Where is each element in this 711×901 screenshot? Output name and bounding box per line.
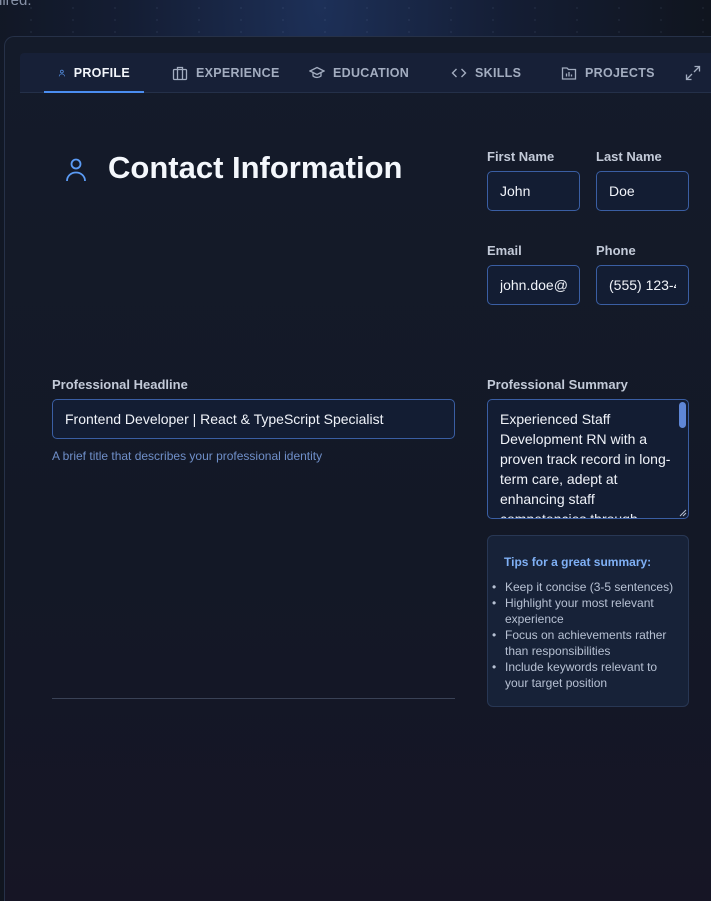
summary-scrollbar[interactable] xyxy=(679,402,686,428)
last-name-field[interactable] xyxy=(596,171,689,211)
tab-label: EXPERIENCE xyxy=(196,65,280,80)
user-icon xyxy=(58,69,65,76)
summary-textarea[interactable]: Experienced Staff Development RN with a … xyxy=(487,399,689,519)
tab-more[interactable] xyxy=(685,53,709,92)
tab-label: EDUCATION xyxy=(333,65,410,80)
headline-field[interactable] xyxy=(52,399,455,439)
folder-chart-icon xyxy=(561,66,577,80)
user-icon xyxy=(66,158,86,182)
summary-text: Experienced Staff Development RN with a … xyxy=(500,411,671,519)
headline-label: Professional Headline xyxy=(52,377,188,392)
briefcase-icon xyxy=(172,66,188,80)
tab-profile[interactable]: PROFILE xyxy=(44,53,144,93)
first-name-field[interactable] xyxy=(487,171,580,211)
resize-handle-icon[interactable] xyxy=(679,509,687,517)
tab-label: SKILLS xyxy=(475,65,522,80)
tips-list: Keep it concise (3-5 sentences) Highligh… xyxy=(492,579,681,691)
expand-icon xyxy=(685,65,701,80)
email-field[interactable] xyxy=(487,265,580,305)
email-label: Email xyxy=(487,243,522,258)
background-text: nired. xyxy=(0,0,32,9)
tab-skills[interactable]: SKILLS xyxy=(451,53,521,92)
tip-item: Keep it concise (3-5 sentences) xyxy=(492,579,681,595)
tab-experience[interactable]: EXPERIENCE xyxy=(172,53,280,92)
section-divider xyxy=(52,698,455,699)
headline-helper-text: A brief title that describes your profes… xyxy=(52,449,323,463)
phone-field[interactable] xyxy=(596,265,689,305)
tip-item: Focus on achievements rather than respon… xyxy=(492,627,681,659)
tab-education[interactable]: EDUCATION xyxy=(309,53,409,92)
code-icon xyxy=(451,68,467,77)
tab-projects[interactable]: PROJECTS xyxy=(561,53,655,92)
last-name-label: Last Name xyxy=(596,149,662,164)
tip-item: Include keywords relevant to your target… xyxy=(492,659,681,691)
tips-title: Tips for a great summary: xyxy=(504,555,652,569)
section-title: Contact Information xyxy=(108,150,403,185)
tab-label: PROJECTS xyxy=(585,65,655,80)
summary-tips-box: Tips for a great summary: Keep it concis… xyxy=(487,535,689,707)
graduation-cap-icon xyxy=(309,66,325,78)
tip-item: Highlight your most relevant experience xyxy=(492,595,681,627)
phone-label: Phone xyxy=(596,243,636,258)
summary-label: Professional Summary xyxy=(487,377,628,392)
background-dot-grid xyxy=(0,0,711,36)
tab-label: PROFILE xyxy=(73,65,130,80)
first-name-label: First Name xyxy=(487,149,555,164)
